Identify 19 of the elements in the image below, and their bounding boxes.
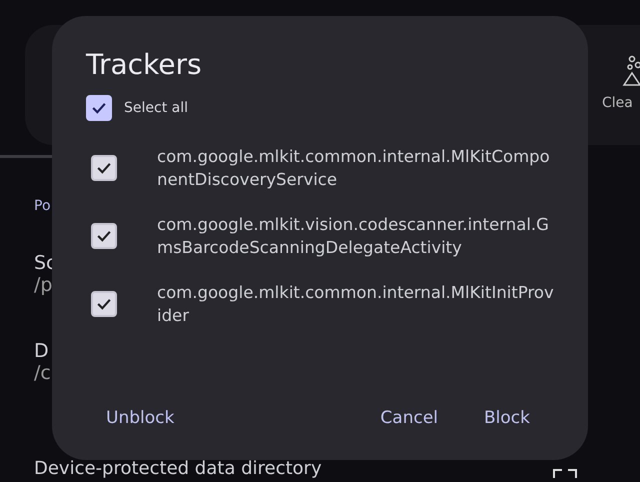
- setting-text: D: [34, 340, 49, 362]
- tracker-checkbox[interactable]: [91, 291, 117, 317]
- setting-title: Device-protected data directory: [34, 458, 322, 479]
- tracker-name: com.google.mlkit.vision.codescanner.internal.GmsBarcodeScanningDelegateActivity: [157, 214, 550, 259]
- tracker-name: com.google.mlkit.common.internal.MlKitInitProvider: [157, 282, 554, 327]
- setting-text: /p: [34, 274, 52, 296]
- dialog-button[interactable]: Unblock: [98, 404, 182, 432]
- dialog-button[interactable]: Cancel: [372, 404, 446, 432]
- external-link-icon[interactable]: [552, 468, 578, 478]
- select-all-label: Select all: [124, 100, 188, 116]
- tracker-checkbox[interactable]: [91, 155, 117, 181]
- setting-text: Po: [34, 198, 51, 214]
- setting-text: /c: [34, 362, 51, 384]
- dialog-title: Trackers: [86, 48, 203, 81]
- select-all-checkbox[interactable]: [86, 95, 112, 121]
- tracker-checkbox[interactable]: [91, 223, 117, 249]
- clear-label[interactable]: Clea: [602, 95, 633, 111]
- tracker-name: com.google.mlkit.common.internal.MlKitComponentDiscoveryService: [157, 146, 551, 191]
- dialog-button[interactable]: Block: [476, 404, 538, 432]
